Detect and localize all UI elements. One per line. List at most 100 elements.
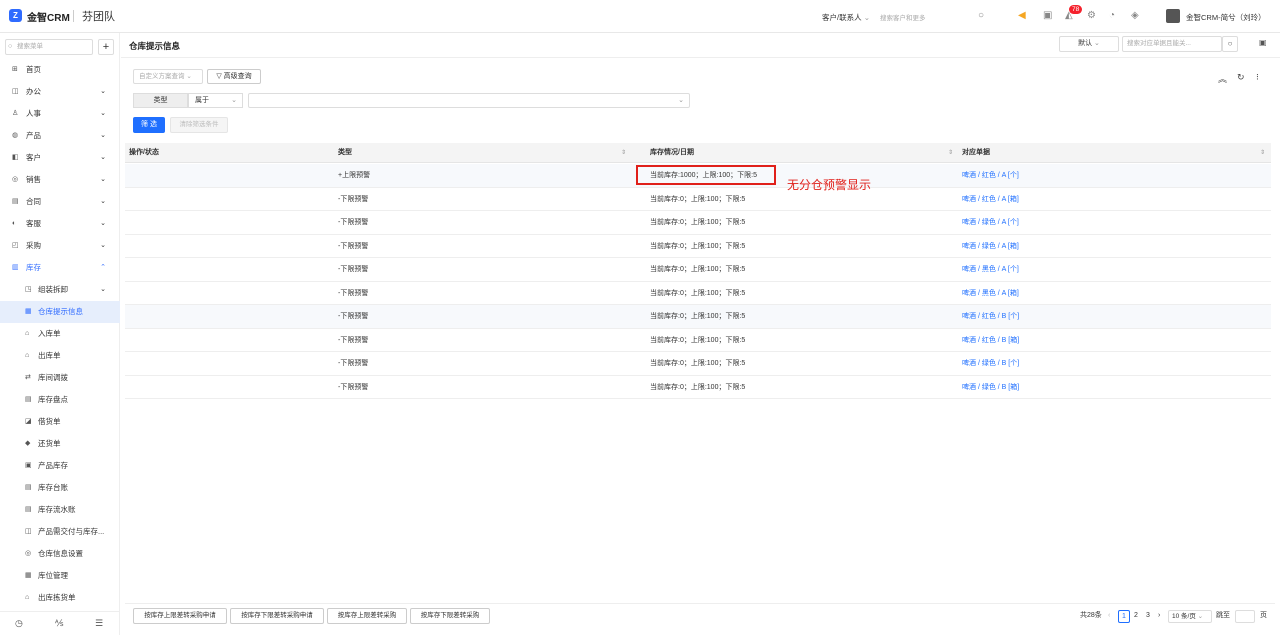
sidebar-item-hr[interactable]: ♙ 人事 ⌄ — [0, 103, 120, 125]
sidebar-item-outbound[interactable]: ⌂ 出库单 — [0, 345, 120, 367]
page-size-select[interactable]: 10 条/页 ⌄ — [1168, 610, 1212, 623]
sidebar-item-label: 出库单 — [38, 351, 61, 360]
sidebar-item-product[interactable]: ◍ 产品 ⌄ — [0, 125, 120, 147]
sidebar-item-warehouse-alerts[interactable]: ▦ 仓库提示信息 — [0, 301, 120, 323]
table-row[interactable]: -下限预警 当前库存:0；上限:100；下限:5 啤酒 / 绿色 / A [箱] — [125, 235, 1271, 258]
sidebar-item-transfer[interactable]: ⇄ 库间调拨 — [0, 367, 120, 389]
sort-icon[interactable]: ⇕ — [948, 143, 953, 163]
stocktake-icon: ▤ — [25, 396, 32, 403]
sidebar-item-return[interactable]: ◆ 还货单 — [0, 433, 120, 455]
sidebar-item-ledger[interactable]: ▤ 库存台账 — [0, 477, 120, 499]
table-row[interactable]: -下限预警 当前库存:0；上限:100；下限:5 啤酒 / 绿色 / A [个] — [125, 211, 1271, 235]
cell-reference-link[interactable]: 啤酒 / 红色 / B [箱] — [962, 329, 1019, 352]
view-select[interactable]: 默认 ⌄ — [1059, 36, 1119, 52]
cell-stock: 当前库存:0；上限:100；下限:5 — [650, 336, 746, 344]
menu-search-input[interactable]: 搜索菜单 — [5, 39, 93, 55]
cell-reference-link[interactable]: 啤酒 / 绿色 / B [个] — [962, 352, 1019, 375]
alert-list-icon: ▦ — [25, 308, 32, 315]
sidebar-item-service[interactable]: ◐ 客服 ⌄ — [0, 213, 120, 235]
more-icon[interactable]: ⁝ — [1256, 72, 1259, 83]
sidebar-item-location[interactable]: ▦ 库位管理 — [0, 565, 120, 587]
search-icon[interactable]: ○ — [978, 10, 984, 22]
upper-limit-purchase-button[interactable]: 按库存上限差转采购 — [327, 608, 407, 624]
sidebar-item-customer[interactable]: ◧ 客户 ⌄ — [0, 147, 120, 169]
sidebar-item-contract[interactable]: ▤ 合同 ⌄ — [0, 191, 120, 213]
gear-icon[interactable]: ⚙ — [1087, 10, 1096, 22]
upper-limit-purchase-request-button[interactable]: 按库存上限差转采购申请 — [133, 608, 227, 624]
avatar[interactable] — [1166, 9, 1180, 23]
cell-reference-link[interactable]: 啤酒 / 黑色 / A [箱] — [962, 282, 1019, 305]
column-header-action: 操作/状态 — [129, 149, 159, 156]
sidebar-item-home[interactable]: ⊞ 首页 — [0, 59, 120, 81]
table-row[interactable]: -下限预警 当前库存:0；上限:100；下限:5 啤酒 / 黑色 / A [个] — [125, 258, 1271, 282]
add-button[interactable]: + — [98, 39, 114, 55]
speaker-icon[interactable]: ◀ — [1018, 10, 1026, 22]
next-page-icon[interactable]: › — [1158, 610, 1160, 622]
history-icon[interactable]: ◷ — [15, 618, 23, 629]
customer-select[interactable]: 客户/联系人 ⌄ — [822, 12, 870, 23]
page-3[interactable]: 3 — [1142, 610, 1154, 623]
lower-limit-purchase-request-button[interactable]: 按库存下限差转采购申请 — [230, 608, 324, 624]
shield-icon[interactable]: ◈ — [1131, 10, 1139, 22]
sidebar-item-sales[interactable]: ◎ 销售 ⌄ — [0, 169, 120, 191]
sidebar-item-delivery-stock[interactable]: ◫ 产品需交付与库存... — [0, 521, 120, 543]
custom-query-select[interactable]: 自定义方案查询 ⌄ — [133, 69, 203, 84]
save-icon[interactable]: ▣ — [1259, 38, 1267, 47]
sidebar-item-purchase[interactable]: ◰ 采购 ⌄ — [0, 235, 120, 257]
page-1[interactable]: 1 — [1118, 610, 1130, 623]
cell-reference-link[interactable]: 啤酒 / 红色 / A [箱] — [962, 188, 1019, 211]
page-jump-input[interactable] — [1235, 610, 1255, 623]
sidebar-item-office[interactable]: ◫ 办公 ⌄ — [0, 81, 120, 103]
cell-reference-link[interactable]: 啤酒 / 绿色 / B [箱] — [962, 376, 1019, 399]
page-2[interactable]: 2 — [1130, 610, 1142, 623]
cell-type: +上限预警 — [338, 172, 371, 179]
table-row[interactable]: -下限预警 当前库存:0；上限:100；下限:5 啤酒 / 红色 / A [箱] — [125, 188, 1271, 211]
search-button[interactable]: ○ — [1222, 36, 1238, 52]
headset-icon: ◐ — [12, 220, 17, 227]
cell-type: -下限预警 — [338, 336, 369, 344]
sidebar-item-picking[interactable]: ⌂ 出库拣货单 — [0, 587, 120, 609]
table-row[interactable]: -下限预警 当前库存:0；上限:100；下限:5 啤酒 / 红色 / B [个] — [125, 305, 1271, 329]
collapse-up-icon[interactable]: ︽ — [1218, 72, 1227, 85]
cell-reference-link[interactable]: 啤酒 / 绿色 / A [个] — [962, 211, 1019, 234]
user-name[interactable]: 金智CRM-简兮（刘玲） — [1186, 12, 1266, 23]
filter-button[interactable]: 筛 选 — [133, 117, 165, 133]
table-row[interactable]: -下限预警 当前库存:0；上限:100；下限:5 啤酒 / 绿色 / B [箱] — [125, 376, 1271, 399]
chart-icon[interactable]: ◔ — [1109, 10, 1115, 22]
sort-icon[interactable]: ⇕ — [621, 143, 626, 163]
column-header-reference[interactable]: 对应单据 — [962, 143, 990, 163]
sort-icon[interactable]: ⇕ — [1260, 143, 1265, 163]
table-row[interactable]: -下限预警 当前库存:0；上限:100；下限:5 啤酒 / 绿色 / B [个] — [125, 352, 1271, 376]
sidebar-item-borrow[interactable]: ◪ 借货单 — [0, 411, 120, 433]
filter-operator-select[interactable]: 属于 ⌄ — [188, 93, 243, 108]
table-row[interactable]: -下限预警 当前库存:0；上限:100；下限:5 啤酒 / 红色 / B [箱] — [125, 329, 1271, 352]
sidebar-item-stocktake[interactable]: ▤ 库存盘点 — [0, 389, 120, 411]
chevron-down-icon: ⌄ — [231, 97, 237, 104]
collapse-icon[interactable]: ☰ — [95, 618, 103, 629]
global-search-input[interactable]: 搜索客户和更多 — [880, 12, 926, 22]
sidebar-item-journal[interactable]: ▤ 库存流水账 — [0, 499, 120, 521]
sidebar-item-inbound[interactable]: ⌂ 入库单 — [0, 323, 120, 345]
lower-limit-purchase-button[interactable]: 按库存下限差转采购 — [410, 608, 490, 624]
sidebar-item-inventory[interactable]: ▥ 库存 ⌃ — [0, 257, 120, 279]
cell-reference-link[interactable]: 啤酒 / 绿色 / A [箱] — [962, 235, 1019, 258]
cell-reference-link[interactable]: 啤酒 / 红色 / B [个] — [962, 305, 1019, 328]
table-row[interactable]: -下限预警 当前库存:0；上限:100；下限:5 啤酒 / 黑色 / A [箱] — [125, 282, 1271, 305]
inbox-icon[interactable]: ▣ — [1043, 10, 1052, 22]
sidebar-item-label: 库存盘点 — [38, 395, 68, 404]
advanced-query-button[interactable]: ▽ 高级查询 — [207, 69, 261, 84]
column-header-type[interactable]: 类型 — [338, 143, 352, 163]
cell-reference-link[interactable]: 啤酒 / 红色 / A [个] — [962, 164, 1019, 187]
sidebar-item-warehouse-settings[interactable]: ◎ 仓库信息设置 — [0, 543, 120, 565]
clear-filter-button[interactable]: 清除筛选条件 — [170, 117, 228, 133]
cell-reference-link[interactable]: 啤酒 / 黑色 / A [个] — [962, 258, 1019, 281]
cell-stock: 当前库存:0；上限:100；下限:5 — [650, 360, 746, 367]
prev-page-icon[interactable]: ‹ — [1108, 610, 1110, 622]
refresh-icon[interactable]: ↻ — [1237, 72, 1245, 83]
filter-value-select[interactable]: ⌄ — [248, 93, 690, 108]
sidebar-item-assembly[interactable]: ◳ 组装拆卸 ⌄ — [0, 279, 120, 301]
language-icon[interactable]: ⅍ — [55, 618, 64, 628]
table-search-input[interactable]: 搜索对应单据且能关... — [1122, 36, 1222, 52]
column-header-stock[interactable]: 库存情况/日期 — [650, 143, 694, 163]
sidebar-item-product-stock[interactable]: ▣ 产品库存 — [0, 455, 120, 477]
